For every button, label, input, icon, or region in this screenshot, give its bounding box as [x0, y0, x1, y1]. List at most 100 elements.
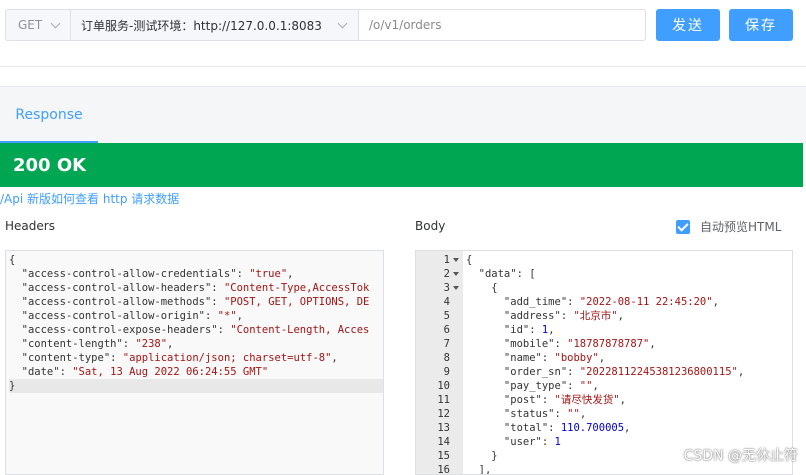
line-number: 5 [416, 309, 463, 323]
chevron-down-icon [50, 18, 61, 28]
code-token: "access-control-allow-methods": [9, 296, 224, 308]
line-number: 1 [416, 253, 463, 267]
code-line: "content-type": "application/json; chars… [9, 351, 383, 365]
line-number: 10 [416, 379, 463, 393]
line-number: 4 [416, 295, 463, 309]
response-tab-bar: Response [0, 86, 806, 143]
help-link[interactable]: /Api 新版如何查看 http 请求数据 [0, 190, 179, 207]
code-token: "" [567, 408, 580, 420]
path-input[interactable]: /o/v1/orders [359, 10, 645, 40]
code-line: "total": 110.700005, [466, 421, 792, 435]
status-text: 200 OK [13, 154, 87, 176]
environment-label: 订单服务-测试环境：http://127.0.0.1:8083 [81, 18, 322, 33]
code-token: , [548, 324, 555, 336]
request-bar: GET 订单服务-测试环境：http://127.0.0.1:8083 /o/v… [0, 0, 806, 66]
line-number-text: 16 [437, 464, 450, 475]
fold-arrow-icon[interactable] [453, 272, 459, 276]
code-token: "北京市" [573, 310, 618, 322]
code-token: "access-control-allow-headers": [9, 282, 224, 294]
code-token: "address": [466, 310, 574, 322]
line-number-text: 7 [443, 338, 450, 350]
headers-editor[interactable]: { "access-control-allow-credentials": "t… [5, 250, 384, 475]
line-number: 13 [416, 421, 463, 435]
code-token: "pay_type": [466, 380, 580, 392]
code-line: "access-control-expose-headers": "Conten… [9, 323, 383, 337]
line-number-gutter: 1 2 3 4 5 6 7 8 9 10 11 12 13 14 15 16 [416, 251, 463, 474]
environment-select[interactable]: 订单服务-测试环境：http://127.0.0.1:8083 [71, 10, 359, 40]
fold-arrow-icon[interactable] [453, 258, 459, 262]
code-token: "Content-Type,AccessTok [223, 282, 370, 294]
code-line: "mobile": "18787878787", [466, 337, 792, 351]
tab-response[interactable]: Response [0, 87, 98, 143]
code-line: "post": "请尽快发货", [466, 393, 792, 407]
code-token: { [466, 282, 498, 294]
method-label: GET [18, 18, 43, 32]
line-number: 15 [416, 449, 463, 463]
fold-arrow-icon[interactable] [453, 286, 459, 290]
code-token: "Content-Length, Acces [230, 324, 370, 336]
line-number-text: 5 [443, 310, 450, 322]
code-token: } [9, 380, 16, 392]
line-number-text: 3 [443, 282, 450, 294]
checkbox-checked-icon[interactable] [676, 219, 690, 234]
code-token: { [466, 254, 473, 266]
code-token: "status": [466, 408, 568, 420]
code-token: , [737, 366, 745, 378]
line-number: 12 [416, 407, 463, 421]
line-number: 9 [416, 365, 463, 379]
request-input-group: GET 订单服务-测试环境：http://127.0.0.1:8083 /o/v… [5, 9, 646, 41]
code-token: , [592, 380, 599, 392]
code-token: , [712, 296, 719, 308]
line-number-text: 14 [437, 436, 450, 448]
code-line: "content-length": "238", [9, 337, 383, 351]
code-token: "data": [ [466, 268, 536, 280]
code-token: "user": [466, 436, 555, 448]
code-token: "name": [466, 352, 555, 364]
code-line: "data": [ [466, 267, 792, 281]
code-token: "20228112245381236800115" [579, 366, 738, 378]
code-token: 1 [554, 436, 561, 448]
code-token: , [236, 310, 243, 322]
code-line: "pay_type": "", [466, 379, 792, 393]
line-number: 2 [416, 267, 463, 281]
line-number-text: 8 [443, 352, 450, 364]
code-token: , [579, 408, 587, 420]
line-number-text: 11 [437, 394, 450, 406]
code-line: "address": "北京市", [466, 309, 792, 323]
line-number: 3 [416, 281, 463, 295]
body-editor[interactable]: 1 2 3 4 5 6 7 8 9 10 11 12 13 14 15 16 { "data": [ { "a… [415, 250, 793, 475]
code-token: , [619, 394, 626, 406]
auto-preview-toggle[interactable]: 自动预览HTML [676, 218, 781, 235]
code-token: "18787878787" [567, 338, 650, 350]
code-token: "mobile": [466, 338, 568, 350]
send-button[interactable]: 发送 [656, 9, 720, 41]
code-token: "Sat, 13 Aug 2022 06:24:55 GMT" [72, 366, 269, 378]
code-line: "access-control-allow-methods": "POST, G… [9, 295, 383, 309]
code-line: "access-control-allow-headers": "Content… [9, 281, 383, 295]
line-number-text: 12 [437, 408, 450, 420]
code-token: "access-control-allow-origin": [9, 310, 218, 322]
code-token: , [649, 338, 656, 350]
line-number: 6 [416, 323, 463, 337]
code-line: "date": "Sat, 13 Aug 2022 06:24:55 GMT" [9, 365, 383, 379]
code-token: ], [466, 464, 492, 475]
code-token: "access-control-expose-headers": [9, 324, 231, 336]
code-line: { [466, 253, 792, 267]
line-number-text: 9 [443, 366, 450, 378]
code-token: } [466, 450, 498, 462]
code-line: "add_time": "2022-08-11 22:45:20", [466, 295, 792, 309]
code-token: "" [579, 380, 593, 392]
status-banner: 200 OK [0, 143, 803, 187]
save-button[interactable]: 保存 [729, 9, 793, 41]
line-number-text: 13 [437, 422, 450, 434]
code-token: , [167, 338, 174, 350]
code-token: "date": [9, 366, 73, 378]
line-number: 14 [416, 435, 463, 449]
code-token: , [287, 268, 294, 280]
code-token: "application/json; charset=utf-8" [122, 352, 332, 364]
line-number-text: 10 [437, 380, 450, 392]
method-select[interactable]: GET [6, 10, 71, 40]
code-token: "total": [466, 422, 561, 434]
code-token: { [9, 254, 16, 266]
code-line: "id": 1, [466, 323, 792, 337]
